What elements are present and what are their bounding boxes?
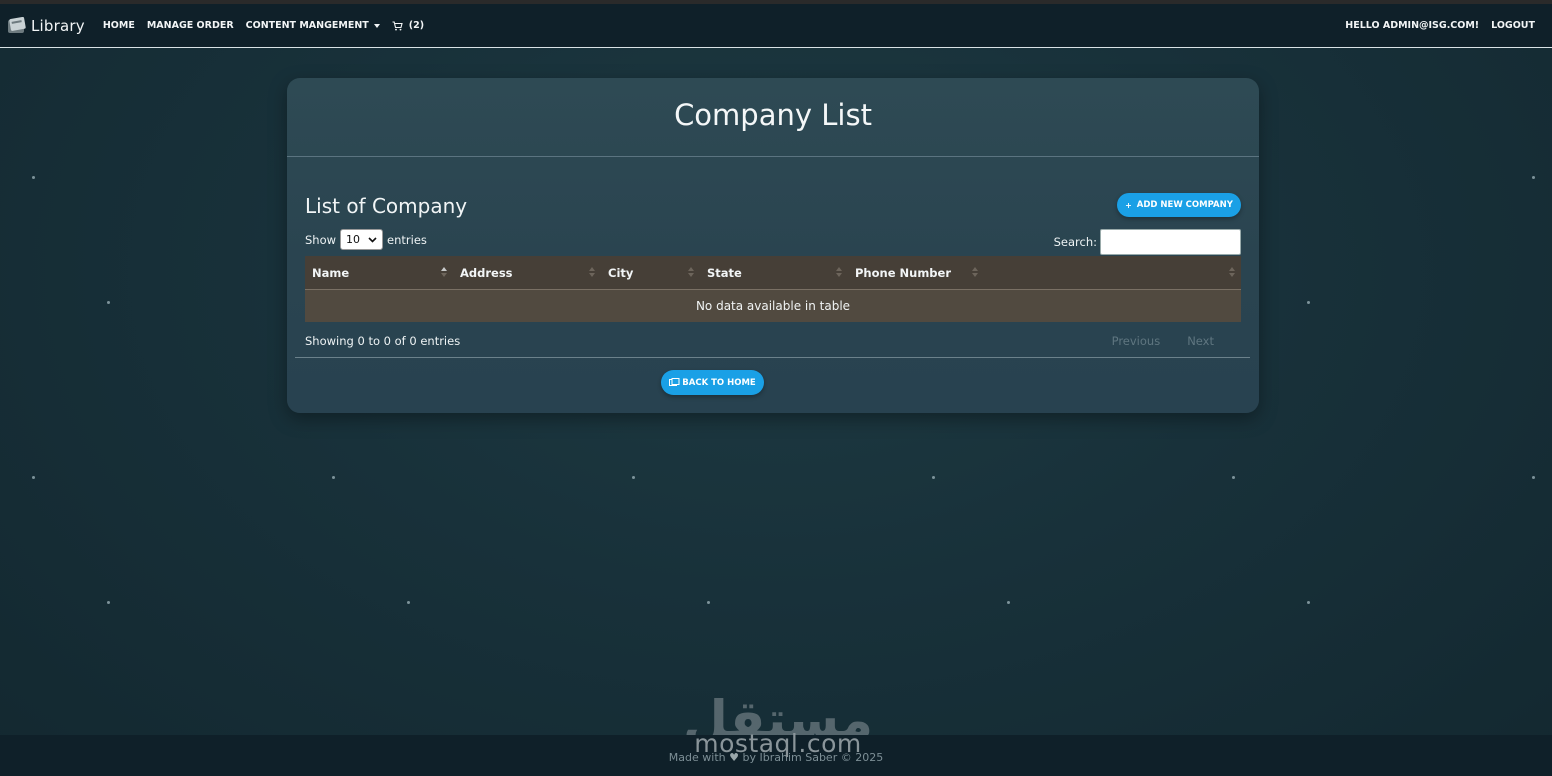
add-new-company-label: ADD NEW COMPANY <box>1136 200 1233 210</box>
sort-icon <box>836 267 842 277</box>
table-empty-row: No data available in table <box>305 290 1241 322</box>
caret-down-icon <box>373 23 380 28</box>
sort-icon <box>972 267 978 277</box>
column-header-city[interactable]: City <box>601 256 700 289</box>
background-star <box>932 476 935 479</box>
entries-select[interactable]: 10 <box>340 229 384 250</box>
table-info: Showing 0 to 0 of 0 entries <box>305 334 461 348</box>
nav-content-management-label: CONTENT MANGEMENT <box>245 20 369 31</box>
nav-home[interactable]: HOME <box>103 20 135 31</box>
show-label: Show <box>305 232 337 247</box>
background-star <box>407 601 410 604</box>
nav-manage-order[interactable]: MANAGE ORDER <box>147 20 234 31</box>
company-list-card: Company List List of Company + ADD NEW C… <box>287 78 1259 413</box>
logout-link[interactable]: LOGOUT <box>1491 20 1535 31</box>
title-divider <box>287 156 1259 157</box>
column-header-name[interactable]: Name <box>305 256 453 289</box>
column-header-address[interactable]: Address <box>453 256 601 289</box>
search-input[interactable] <box>1100 229 1241 255</box>
chevron-down-icon <box>368 236 377 243</box>
empty-message: No data available in table <box>695 299 851 313</box>
section-title: List of Company <box>305 194 468 218</box>
sort-icon <box>1229 267 1235 277</box>
sort-asc-icon <box>441 267 447 277</box>
background-star <box>1532 476 1535 479</box>
page-title: Company List <box>674 98 872 132</box>
pagination: Previous Next <box>1085 334 1214 348</box>
cart-count: (2) <box>408 20 425 31</box>
mostaql-watermark-text: mostaql.com <box>694 729 862 758</box>
company-table: Name Address City State Phone Number No … <box>305 256 1241 322</box>
sort-icon <box>589 267 595 277</box>
background-star <box>32 476 35 479</box>
column-header-label: State <box>707 265 742 280</box>
column-header-label: Phone Number <box>855 265 952 280</box>
background-star <box>1232 476 1235 479</box>
add-new-company-button[interactable]: + ADD NEW COMPANY <box>1117 193 1241 217</box>
entries-length-control: Show 10 entries <box>305 229 427 250</box>
background-star <box>1307 301 1310 304</box>
books-icon <box>669 378 680 386</box>
footer-divider <box>295 357 1250 358</box>
column-header-state[interactable]: State <box>700 256 848 289</box>
column-header-actions[interactable] <box>984 256 1241 289</box>
nav-content-management-dropdown[interactable]: CONTENT MANGEMENT <box>246 20 380 31</box>
cart-icon <box>392 20 403 30</box>
entries-label: entries <box>387 232 427 247</box>
background-star <box>1532 176 1535 179</box>
sort-icon <box>688 267 694 277</box>
cart-link[interactable]: (2) <box>392 20 424 31</box>
background-star <box>332 476 335 479</box>
next-page-button[interactable]: Next <box>1187 334 1214 348</box>
brand[interactable]: Library <box>7 16 85 35</box>
entries-select-value: 10 <box>346 233 361 246</box>
background-star <box>632 476 635 479</box>
background-star <box>32 176 35 179</box>
column-header-phone-number[interactable]: Phone Number <box>848 256 984 289</box>
book-logo-icon <box>8 16 26 33</box>
navbar: Library HOME MANAGE ORDER CONTENT MANGEM… <box>0 4 1552 48</box>
column-header-label: City <box>608 265 634 280</box>
column-header-label: Name <box>312 265 350 280</box>
nav-links: HOME MANAGE ORDER CONTENT MANGEMENT (2) <box>103 20 424 31</box>
brand-label: Library <box>31 16 85 35</box>
table-search: Search: <box>1054 229 1241 255</box>
background-star <box>707 601 710 604</box>
background-star <box>107 301 110 304</box>
plus-icon: + <box>1125 200 1132 210</box>
table-header-row: Name Address City State Phone Number <box>305 256 1241 290</box>
background-star <box>107 601 110 604</box>
back-to-home-button[interactable]: BACK TO HOME <box>661 370 764 395</box>
nav-right: HELLO ADMIN@ISG.COM! LOGOUT <box>1333 20 1535 31</box>
background-star <box>1007 601 1010 604</box>
user-greeting[interactable]: HELLO ADMIN@ISG.COM! <box>1345 20 1479 31</box>
previous-page-button[interactable]: Previous <box>1112 334 1161 348</box>
background-star <box>1307 601 1310 604</box>
back-to-home-label: BACK TO HOME <box>682 377 756 388</box>
search-label: Search: <box>1053 235 1097 249</box>
column-header-label: Address <box>460 265 513 280</box>
